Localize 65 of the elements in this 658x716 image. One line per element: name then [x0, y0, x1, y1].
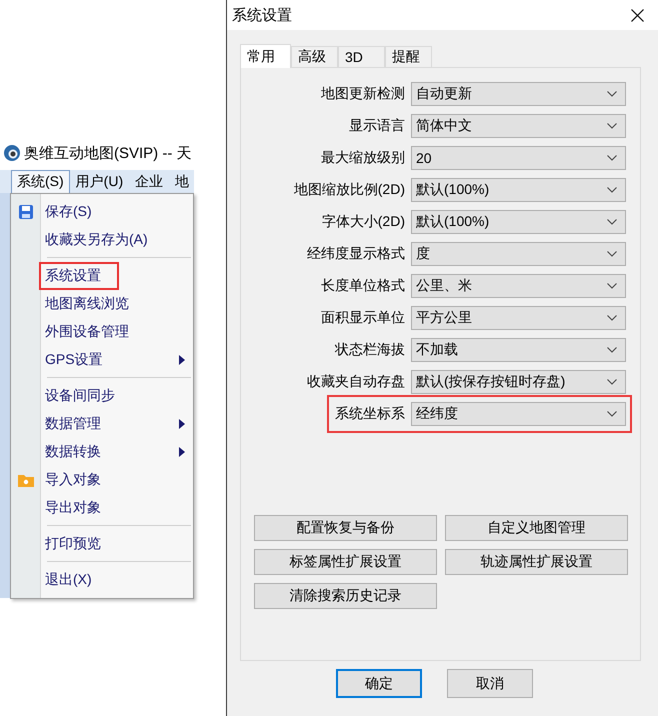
chevron-down-icon [607, 123, 617, 129]
dropdown-field[interactable]: 默认(按保存按钮时存盘) [411, 370, 626, 394]
menu-item[interactable]: 数据管理 [45, 415, 101, 433]
dialog-button[interactable]: 取消 [447, 669, 533, 698]
setting-label: 字体大小(2D) [322, 213, 405, 231]
setting-label: 最大缩放级别 [321, 149, 405, 167]
dropdown-field[interactable]: 不加载 [411, 338, 626, 362]
app-title: 奥维互动地图(SVIP) -- 天 [24, 144, 192, 162]
setting-label: 地图缩放比例(2D) [294, 181, 405, 199]
chevron-down-icon [607, 91, 617, 97]
menu-item[interactable]: 数据转换 [45, 443, 101, 461]
menu-bar-item[interactable]: 用户(U) [70, 170, 130, 193]
setting-label: 地图更新检测 [321, 85, 405, 103]
menu-bar-item[interactable]: 企业 [129, 170, 170, 193]
dropdown-field[interactable]: 简体中文 [411, 114, 626, 138]
menu-item[interactable]: 系统设置 [41, 264, 117, 288]
setting-label: 经纬度显示格式 [307, 245, 405, 263]
dropdown-field[interactable]: 自动更新 [411, 82, 626, 106]
menu-bar-item[interactable]: 地 [169, 170, 196, 193]
settings-button[interactable]: 清除搜索历史记录 [254, 583, 437, 609]
menu-item[interactable]: 导入对象 [45, 471, 101, 489]
chevron-down-icon [607, 155, 617, 161]
menu-item[interactable]: 退出(X) [45, 571, 92, 589]
menu-bar-item[interactable]: 系统(S) [11, 170, 70, 193]
menu-item[interactable]: 地图离线浏览 [45, 295, 129, 313]
menu-item[interactable]: 导出对象 [45, 499, 101, 517]
dialog-title: 系统设置 [232, 6, 292, 24]
setting-label: 显示语言 [349, 117, 405, 135]
chevron-down-icon [607, 411, 617, 417]
settings-button[interactable]: 轨迹属性扩展设置 [445, 549, 628, 575]
setting-label: 收藏夹自动存盘 [307, 373, 405, 391]
setting-label: 系统坐标系 [335, 405, 405, 423]
tab[interactable]: 3D [338, 46, 385, 67]
app-logo-icon [3, 144, 21, 162]
setting-label: 长度单位格式 [321, 277, 405, 295]
chevron-down-icon [607, 283, 617, 289]
menu-item[interactable]: 保存(S) [45, 203, 92, 221]
close-icon[interactable] [631, 8, 644, 22]
dropdown-field[interactable]: 默认(100%) [411, 178, 626, 202]
settings-button[interactable]: 自定义地图管理 [445, 515, 628, 541]
setting-label: 面积显示单位 [321, 309, 405, 327]
menu-item[interactable]: 收藏夹另存为(A) [45, 231, 148, 249]
dropdown-field[interactable]: 20 [411, 146, 626, 170]
tab[interactable]: 常用 [240, 44, 291, 68]
chevron-down-icon [607, 187, 617, 193]
chevron-down-icon [607, 347, 617, 353]
menu-item[interactable]: 设备间同步 [45, 387, 115, 405]
menu-item[interactable]: GPS设置 [45, 351, 103, 369]
dialog-button[interactable]: 确定 [336, 669, 422, 698]
dropdown-field[interactable]: 平方公里 [411, 306, 626, 330]
dropdown-field[interactable]: 度 [411, 242, 626, 266]
tab[interactable]: 提醒 [385, 46, 432, 67]
chevron-down-icon [607, 251, 617, 257]
dropdown-field[interactable]: 公里、米 [411, 274, 626, 298]
tab[interactable]: 高级 [291, 46, 338, 67]
dropdown-field[interactable]: 默认(100%) [411, 210, 626, 234]
menu-item[interactable]: 外围设备管理 [45, 323, 129, 341]
dropdown-field[interactable]: 经纬度 [411, 402, 626, 426]
chevron-down-icon [607, 379, 617, 385]
chevron-down-icon [607, 219, 617, 225]
settings-button[interactable]: 配置恢复与备份 [254, 515, 437, 541]
settings-button[interactable]: 标签属性扩展设置 [254, 549, 437, 575]
menu-item[interactable]: 打印预览 [45, 535, 101, 553]
setting-label: 状态栏海拔 [335, 341, 405, 359]
chevron-down-icon [607, 315, 617, 321]
